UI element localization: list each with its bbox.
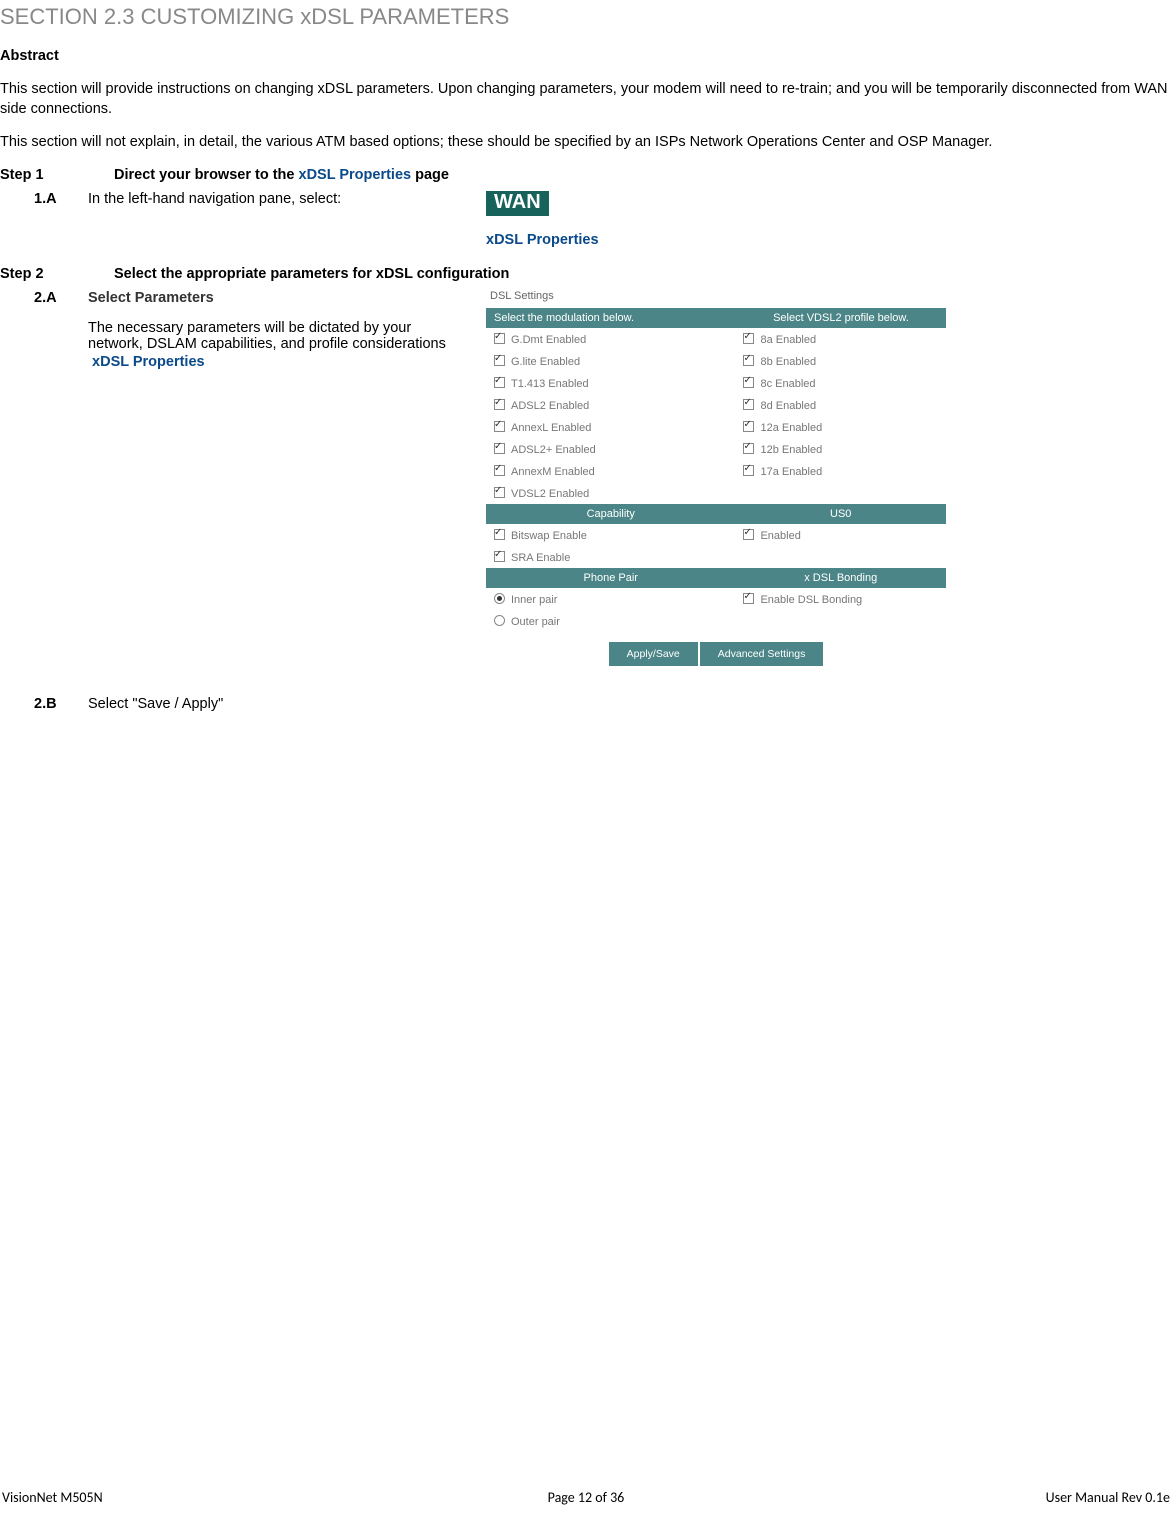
step-1-text-prefix: Direct your browser to the (114, 167, 299, 183)
pp-outer-label: Outer pair (511, 616, 560, 628)
dsl-cap-hdr-left: Capability (486, 504, 735, 524)
checkbox-icon[interactable] (743, 443, 754, 454)
dsl-header-row: Select the modulation below. Select VDSL… (486, 308, 946, 328)
prof-label: 8d Enabled (760, 400, 816, 412)
prof-label: 8a Enabled (760, 334, 816, 346)
step-2a-link: xDSL Properties (88, 354, 468, 370)
footer-left: VisionNet M505N (2, 1489, 391, 1506)
prof-label: 12b Enabled (760, 444, 822, 456)
step-1-text-suffix: page (411, 167, 449, 183)
xdsl-properties-link: xDSL Properties (486, 232, 1172, 248)
step-2a-row: 2.A Select Parameters The necessary para… (34, 290, 1172, 666)
checkbox-icon[interactable] (494, 551, 505, 562)
prof-label: 8b Enabled (760, 356, 816, 368)
mod-label: AnnexM Enabled (511, 466, 595, 478)
step-2-text: Select the appropriate parameters for xD… (114, 266, 509, 282)
mod-label: G.Dmt Enabled (511, 334, 586, 346)
step-2b-label: 2.B (34, 696, 76, 712)
abstract-paragraph-2: This section will not explain, in detail… (0, 133, 1172, 153)
abstract-label: Abstract (0, 48, 1172, 64)
dsl-settings-screenshot: DSL Settings Select the modulation below… (486, 290, 946, 666)
step-2-label: Step 2 (0, 266, 94, 282)
dsl-cap-hdr-right: US0 (735, 504, 946, 524)
step-2b-text: Select "Save / Apply" (88, 696, 1172, 712)
step-1-label: Step 1 (0, 167, 94, 183)
dsl-pp-hdr-left: Phone Pair (486, 568, 735, 588)
checkbox-icon[interactable] (494, 465, 505, 476)
radio-icon[interactable] (494, 593, 505, 604)
advanced-settings-button[interactable]: Advanced Settings (700, 642, 824, 666)
checkbox-icon[interactable] (743, 333, 754, 344)
checkbox-icon[interactable] (494, 399, 505, 410)
checkbox-icon[interactable] (494, 355, 505, 366)
mod-label: G.lite Enabled (511, 356, 580, 368)
cap-label: Bitswap Enable (511, 530, 587, 542)
step-1-text-link: xDSL Properties (299, 167, 412, 183)
step-1-text: Direct your browser to the xDSL Properti… (114, 167, 449, 183)
checkbox-icon[interactable] (494, 529, 505, 540)
step-2a-title: Select Parameters (88, 290, 468, 306)
checkbox-icon[interactable] (743, 377, 754, 388)
step-2-row: Step 2 Select the appropriate parameters… (0, 266, 1172, 282)
dsl-phonepair-header: Phone Pair x DSL Bonding (486, 568, 946, 588)
checkbox-icon[interactable] (494, 333, 505, 344)
section-title: SECTION 2.3 CUSTOMIZING xDSL PARAMETERS (0, 4, 1172, 30)
checkbox-icon[interactable] (494, 443, 505, 454)
step-1a-text: In the left-hand navigation pane, select… (88, 191, 468, 248)
mod-label: T1.413 Enabled (511, 378, 589, 390)
cap-label: SRA Enable (511, 552, 570, 564)
dsl-capability-header: Capability US0 (486, 504, 946, 524)
step-1a-label: 1.A (34, 191, 76, 248)
checkbox-icon[interactable] (743, 465, 754, 476)
apply-save-button[interactable]: Apply/Save (609, 642, 698, 666)
checkbox-icon[interactable] (494, 487, 505, 498)
footer-right: User Manual Rev 0.1e (781, 1489, 1170, 1506)
step-2a-body: The necessary parameters will be dictate… (88, 320, 468, 352)
checkbox-icon[interactable] (743, 399, 754, 410)
radio-icon[interactable] (494, 615, 505, 626)
page-footer: VisionNet M505N Page 12 of 36 User Manua… (0, 1489, 1172, 1506)
step-2b-row: 2.B Select "Save / Apply" (34, 696, 1172, 712)
pp-bonding-label: Enable DSL Bonding (760, 594, 862, 606)
prof-label: 12a Enabled (760, 422, 822, 434)
dsl-pp-hdr-right: x DSL Bonding (735, 568, 946, 588)
dsl-header-right: Select VDSL2 profile below. (735, 308, 946, 328)
abstract-paragraph-1: This section will provide instructions o… (0, 80, 1172, 119)
mod-label: ADSL2 Enabled (511, 400, 589, 412)
checkbox-icon[interactable] (743, 355, 754, 366)
pp-inner-label: Inner pair (511, 594, 557, 606)
mod-label: ADSL2+ Enabled (511, 444, 596, 456)
mod-label: AnnexL Enabled (511, 422, 591, 434)
mod-label: VDSL2 Enabled (511, 488, 589, 500)
prof-label: 17a Enabled (760, 466, 822, 478)
step-2a-label: 2.A (34, 290, 76, 666)
checkbox-icon[interactable] (494, 421, 505, 432)
prof-label: 8c Enabled (760, 378, 815, 390)
footer-center: Page 12 of 36 (391, 1489, 780, 1506)
wan-badge: WAN (486, 191, 549, 216)
dsl-settings-title: DSL Settings (490, 290, 946, 302)
step-1-row: Step 1 Direct your browser to the xDSL P… (0, 167, 1172, 183)
dsl-buttons-row: Apply/Save Advanced Settings (486, 642, 946, 666)
step-1a-row: 1.A In the left-hand navigation pane, se… (34, 191, 1172, 248)
checkbox-icon[interactable] (743, 421, 754, 432)
cap-us0-label: Enabled (760, 530, 800, 542)
checkbox-icon[interactable] (494, 377, 505, 388)
checkbox-icon[interactable] (743, 529, 754, 540)
document-page: SECTION 2.3 CUSTOMIZING xDSL PARAMETERS … (0, 4, 1172, 1526)
checkbox-icon[interactable] (743, 593, 754, 604)
dsl-header-left: Select the modulation below. (486, 308, 735, 328)
